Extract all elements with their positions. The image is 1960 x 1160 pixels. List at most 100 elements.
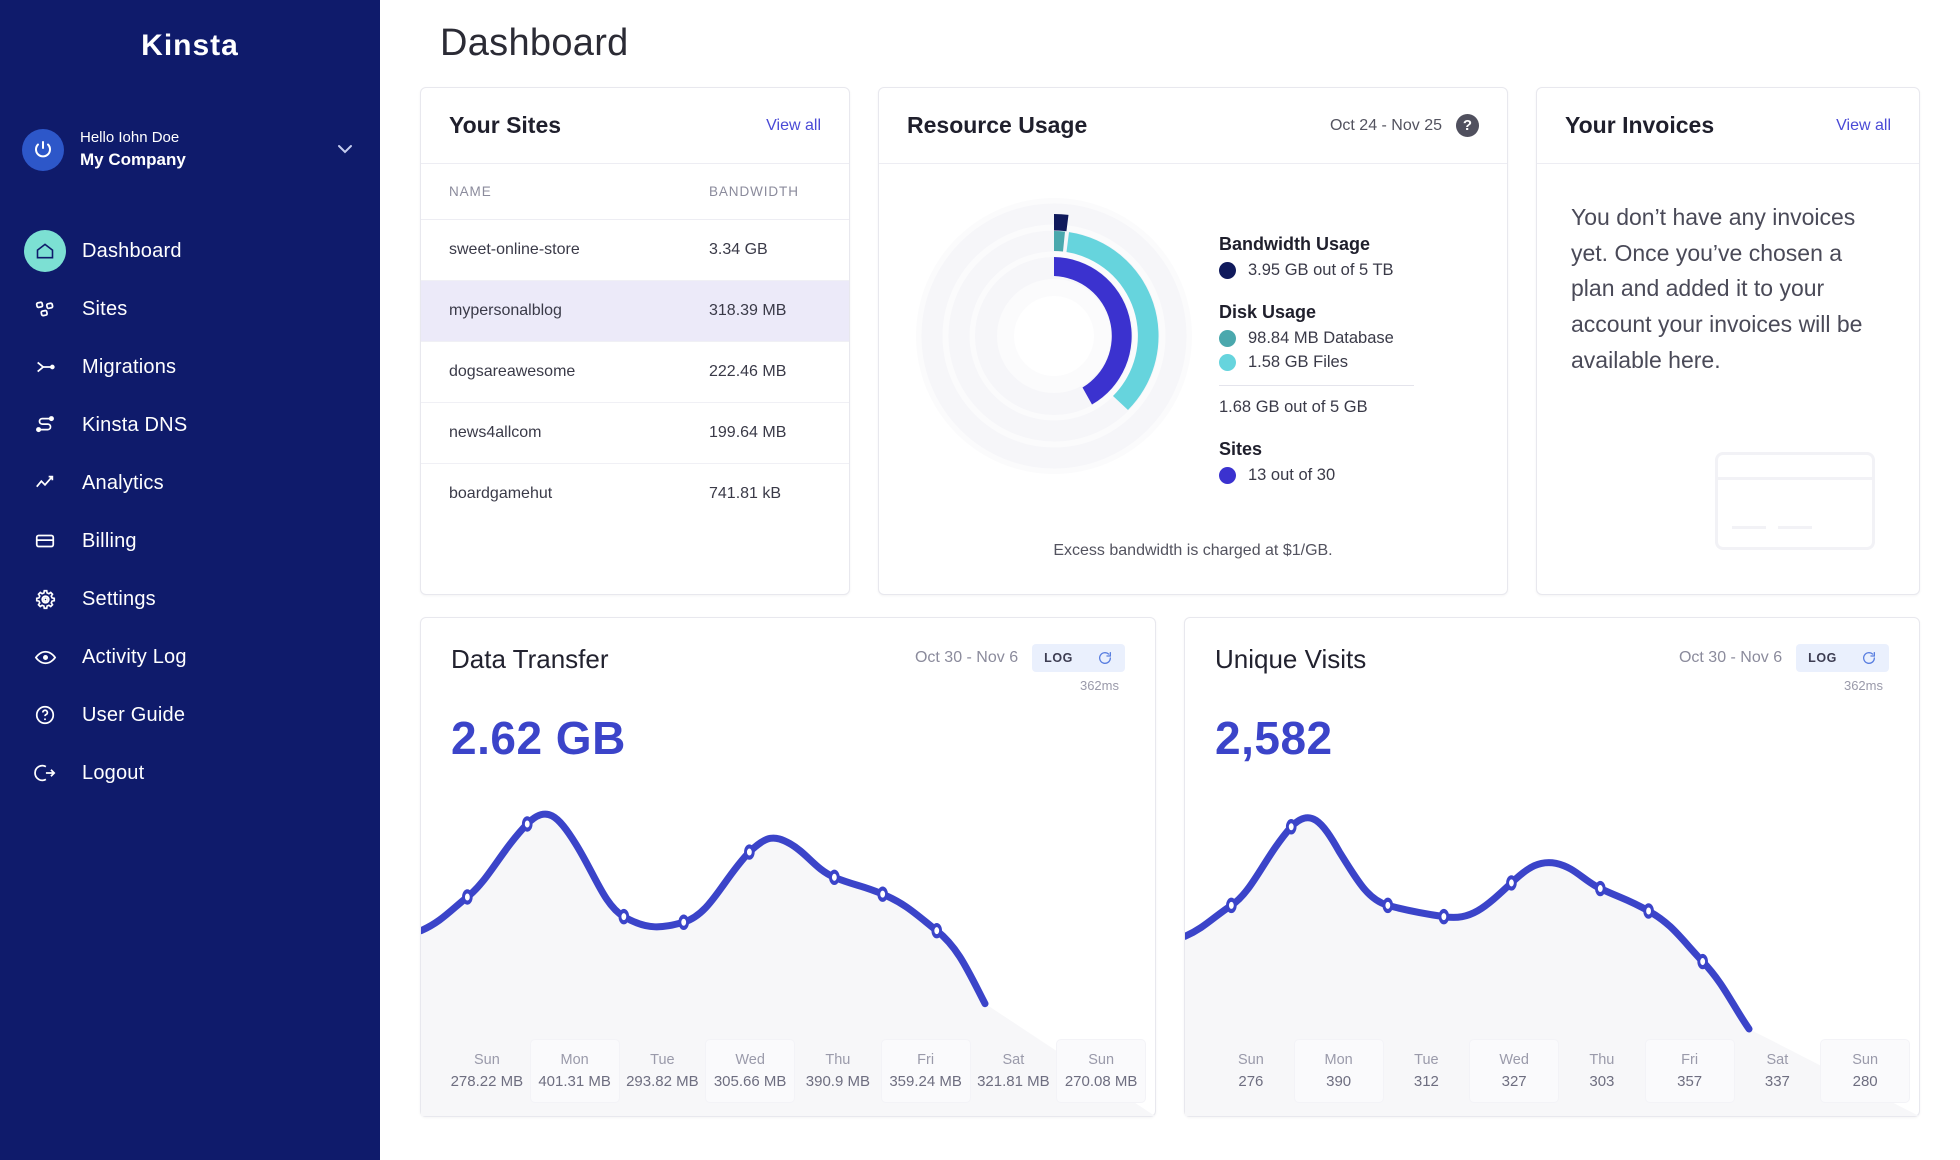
your-sites-card: Your Sites View all NAME BANDWIDTH sweet… bbox=[420, 87, 850, 595]
sidebar-item-label: Analytics bbox=[82, 471, 164, 494]
unique-visits-axis: Sun 276 Mon 390 Tue 312 Wed 327 Thu 303 … bbox=[1207, 1040, 1909, 1102]
table-header-row: NAME BANDWIDTH bbox=[421, 164, 849, 220]
sidebar-item-dashboard[interactable]: Dashboard bbox=[0, 222, 380, 280]
axis-day-label: Sun bbox=[1237, 1052, 1264, 1068]
account-switcher[interactable]: Hello Iohn Doe My Company bbox=[0, 92, 380, 184]
site-bandwidth: 741.81 kB bbox=[709, 485, 782, 502]
data-transfer-card: Data Transfer Oct 30 - Nov 6 LOG 362ms 2… bbox=[420, 617, 1156, 1117]
sidebar-item-analytics[interactable]: Analytics bbox=[0, 454, 380, 512]
axis-day-label: Fri bbox=[917, 1052, 935, 1068]
axis-day-label: Tue bbox=[1414, 1052, 1439, 1068]
axis-day-label: Tue bbox=[650, 1052, 675, 1068]
legend-dot-bandwidth bbox=[1219, 262, 1236, 279]
legend-title-sites: Sites bbox=[1219, 439, 1263, 459]
account-company: My Company bbox=[80, 149, 186, 169]
table-row[interactable]: dogsareawesome 222.46 MB bbox=[421, 341, 849, 403]
your-sites-view-all-link[interactable]: View all bbox=[766, 117, 821, 135]
data-transfer-plot: Sun 278.22 MB Mon 401.31 MB Tue 293.82 M… bbox=[421, 765, 1155, 1116]
data-transfer-controls: Oct 30 - Nov 6 LOG 362ms bbox=[915, 644, 1125, 693]
sidebar: Kinsta Hello Iohn Doe My Company Dashboa… bbox=[0, 0, 380, 1160]
axis-value-label: 327 bbox=[1501, 1073, 1527, 1090]
data-transfer-log-toggle[interactable]: LOG bbox=[1032, 644, 1125, 672]
question-circle-icon bbox=[24, 694, 66, 736]
sidebar-item-sites[interactable]: Sites bbox=[0, 280, 380, 338]
resource-usage-footer-note: Excess bandwidth is charged at $1/GB. bbox=[1053, 542, 1333, 559]
unique-visits-log-toggle[interactable]: LOG bbox=[1796, 644, 1889, 672]
legend-disk-total: 1.68 GB out of 5 GB bbox=[1219, 385, 1414, 417]
avatar bbox=[22, 129, 64, 171]
sites-table-body: sweet-online-store 3.34 GB mypersonalblo… bbox=[421, 219, 849, 525]
donut-svg bbox=[916, 198, 1192, 474]
table-row[interactable]: boardgamehut 741.81 kB bbox=[421, 464, 849, 525]
invoice-placeholder-icon bbox=[1715, 452, 1875, 550]
axis-tick: Wed 327 bbox=[1470, 1040, 1558, 1102]
refresh-icon[interactable] bbox=[1085, 644, 1125, 672]
data-transfer-header: Data Transfer Oct 30 - Nov 6 LOG 362ms bbox=[421, 618, 1155, 693]
log-button[interactable]: LOG bbox=[1796, 644, 1849, 672]
site-bandwidth: 222.46 MB bbox=[681, 341, 849, 403]
your-invoices-title: Your Invoices bbox=[1565, 112, 1715, 138]
axis-value-label: 357 bbox=[1677, 1073, 1703, 1090]
legend-group-disk: Disk Usage 98.84 MB Database 1.58 GB Fil… bbox=[1219, 302, 1479, 417]
axis-tick: Mon 390 bbox=[1294, 1040, 1383, 1102]
sidebar-item-label: Migrations bbox=[82, 355, 177, 378]
axis-day-label: Sun bbox=[1088, 1052, 1115, 1068]
legend-item-files: 1.58 GB Files bbox=[1219, 353, 1479, 372]
axis-tick: Thu 390.9 MB bbox=[794, 1040, 882, 1102]
billing-icon bbox=[24, 520, 66, 562]
site-bandwidth: 199.64 MB bbox=[681, 402, 849, 464]
legend-item-sites: 13 out of 30 bbox=[1219, 466, 1479, 485]
data-transfer-control-row: Oct 30 - Nov 6 LOG bbox=[915, 644, 1125, 672]
axis-day-label: Sat bbox=[1002, 1052, 1025, 1068]
resource-donut-chart bbox=[889, 178, 1219, 486]
axis-day-label: Thu bbox=[825, 1052, 851, 1068]
question-mark-icon[interactable]: ? bbox=[1456, 114, 1479, 137]
legend-value-bandwidth: 3.95 GB out of 5 TB bbox=[1248, 261, 1394, 279]
axis-tick: Sat 321.81 MB bbox=[970, 1040, 1058, 1102]
your-sites-header: Your Sites View all bbox=[421, 88, 849, 164]
axis-value-label: 390 bbox=[1326, 1073, 1352, 1090]
sidebar-item-kinsta-dns[interactable]: Kinsta DNS bbox=[0, 396, 380, 454]
sidebar-nav: Dashboard Sites Migrations Kinsta DNS An… bbox=[0, 222, 380, 802]
chevron-down-icon[interactable] bbox=[336, 142, 380, 158]
sidebar-item-billing[interactable]: Billing bbox=[0, 512, 380, 570]
data-transfer-date-range: Oct 30 - Nov 6 bbox=[914, 649, 1019, 666]
axis-day-label: Wed bbox=[1499, 1052, 1529, 1068]
sidebar-item-migrations[interactable]: Migrations bbox=[0, 338, 380, 396]
your-invoices-view-all-link[interactable]: View all bbox=[1836, 117, 1891, 135]
sidebar-item-label: Dashboard bbox=[82, 239, 182, 262]
axis-tick: Wed 305.66 MB bbox=[706, 1040, 794, 1102]
sidebar-item-label: Activity Log bbox=[82, 645, 187, 668]
dns-icon bbox=[24, 404, 66, 446]
sidebar-item-settings[interactable]: Settings bbox=[0, 570, 380, 628]
account-text: Hello Iohn Doe My Company bbox=[80, 128, 336, 171]
log-button[interactable]: LOG bbox=[1032, 644, 1085, 672]
sidebar-item-logout[interactable]: Logout bbox=[0, 744, 380, 802]
table-row[interactable]: news4allcom 199.64 MB bbox=[421, 402, 849, 464]
legend-group-sites: Sites 13 out of 30 bbox=[1219, 439, 1479, 485]
top-card-row: Your Sites View all NAME BANDWIDTH sweet… bbox=[420, 87, 1920, 595]
invoices-empty-message: You don’t have any invoices yet. Once yo… bbox=[1571, 204, 1863, 373]
table-row[interactable]: mypersonalblog 318.39 MB bbox=[421, 280, 849, 342]
legend-item-database: 98.84 MB Database bbox=[1219, 329, 1479, 348]
axis-value-label: 270.08 MB bbox=[1064, 1073, 1138, 1090]
axis-value-label: 303 bbox=[1589, 1073, 1615, 1090]
gear-icon bbox=[24, 578, 66, 620]
axis-day-label: Wed bbox=[735, 1052, 765, 1068]
axis-value-label: 321.81 MB bbox=[977, 1073, 1050, 1090]
refresh-icon[interactable] bbox=[1849, 644, 1889, 672]
table-row[interactable]: sweet-online-store 3.34 GB bbox=[421, 219, 849, 281]
site-name: sweet-online-store bbox=[421, 219, 681, 281]
logout-icon bbox=[24, 752, 66, 794]
resource-usage-header-right: Oct 24 - Nov 25 ? bbox=[1330, 114, 1479, 137]
axis-day-label: Sat bbox=[1766, 1052, 1789, 1068]
sidebar-item-user-guide[interactable]: User Guide bbox=[0, 686, 380, 744]
unique-visits-control-row: Oct 30 - Nov 6 LOG bbox=[1679, 644, 1889, 672]
legend-value-files: 1.58 GB Files bbox=[1248, 353, 1348, 371]
data-transfer-title: Data Transfer bbox=[451, 644, 609, 674]
unique-visits-controls: Oct 30 - Nov 6 LOG 362ms bbox=[1679, 644, 1889, 693]
migrations-icon bbox=[24, 346, 66, 388]
sidebar-item-label: Billing bbox=[82, 529, 137, 552]
brand-logo[interactable]: Kinsta bbox=[0, 0, 380, 92]
sidebar-item-activity-log[interactable]: Activity Log bbox=[0, 628, 380, 686]
